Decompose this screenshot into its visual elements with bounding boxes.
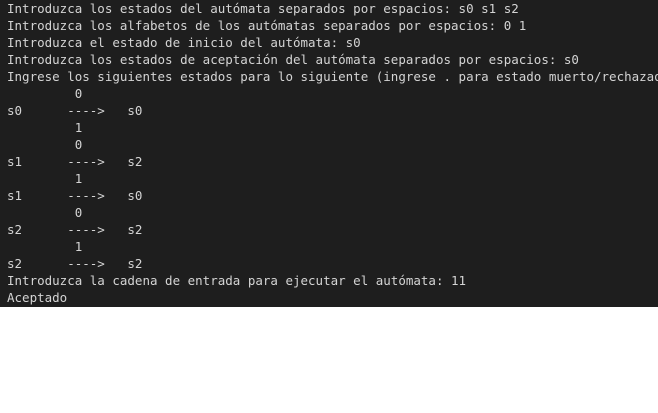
- prompt-states-line: Introduzca los estados del autómata sepa…: [7, 1, 519, 16]
- result-line: Aceptado: [7, 290, 68, 305]
- terminal-output: Introduzca los estados del autómata sepa…: [0, 0, 658, 307]
- prompt-accept-states-line: Introduzca los estados de aceptación del…: [7, 52, 579, 67]
- transition-instructions-line: Ingrese los siguientes estados para lo s…: [7, 69, 658, 84]
- transition-symbol-line: 0: [7, 205, 83, 220]
- transition-line: s0 ----> s0: [7, 103, 143, 118]
- prompt-input-string-line: Introduzca la cadena de entrada para eje…: [7, 273, 467, 288]
- transition-line: s2 ----> s2: [7, 222, 143, 237]
- transition-symbol-line: 0: [7, 86, 83, 101]
- prompt-alphabet-line: Introduzca los alfabetos de los autómata…: [7, 18, 527, 33]
- blank-area: [0, 307, 658, 413]
- transition-symbol-line: 1: [7, 120, 83, 135]
- transition-symbol-line: 0: [7, 137, 83, 152]
- transition-line: s1 ----> s0: [7, 188, 143, 203]
- transition-line: s1 ----> s2: [7, 154, 143, 169]
- transition-symbol-line: 1: [7, 239, 83, 254]
- transition-symbol-line: 1: [7, 171, 83, 186]
- transition-line: s2 ----> s2: [7, 256, 143, 271]
- prompt-start-state-line: Introduzca el estado de inicio del autóm…: [7, 35, 361, 50]
